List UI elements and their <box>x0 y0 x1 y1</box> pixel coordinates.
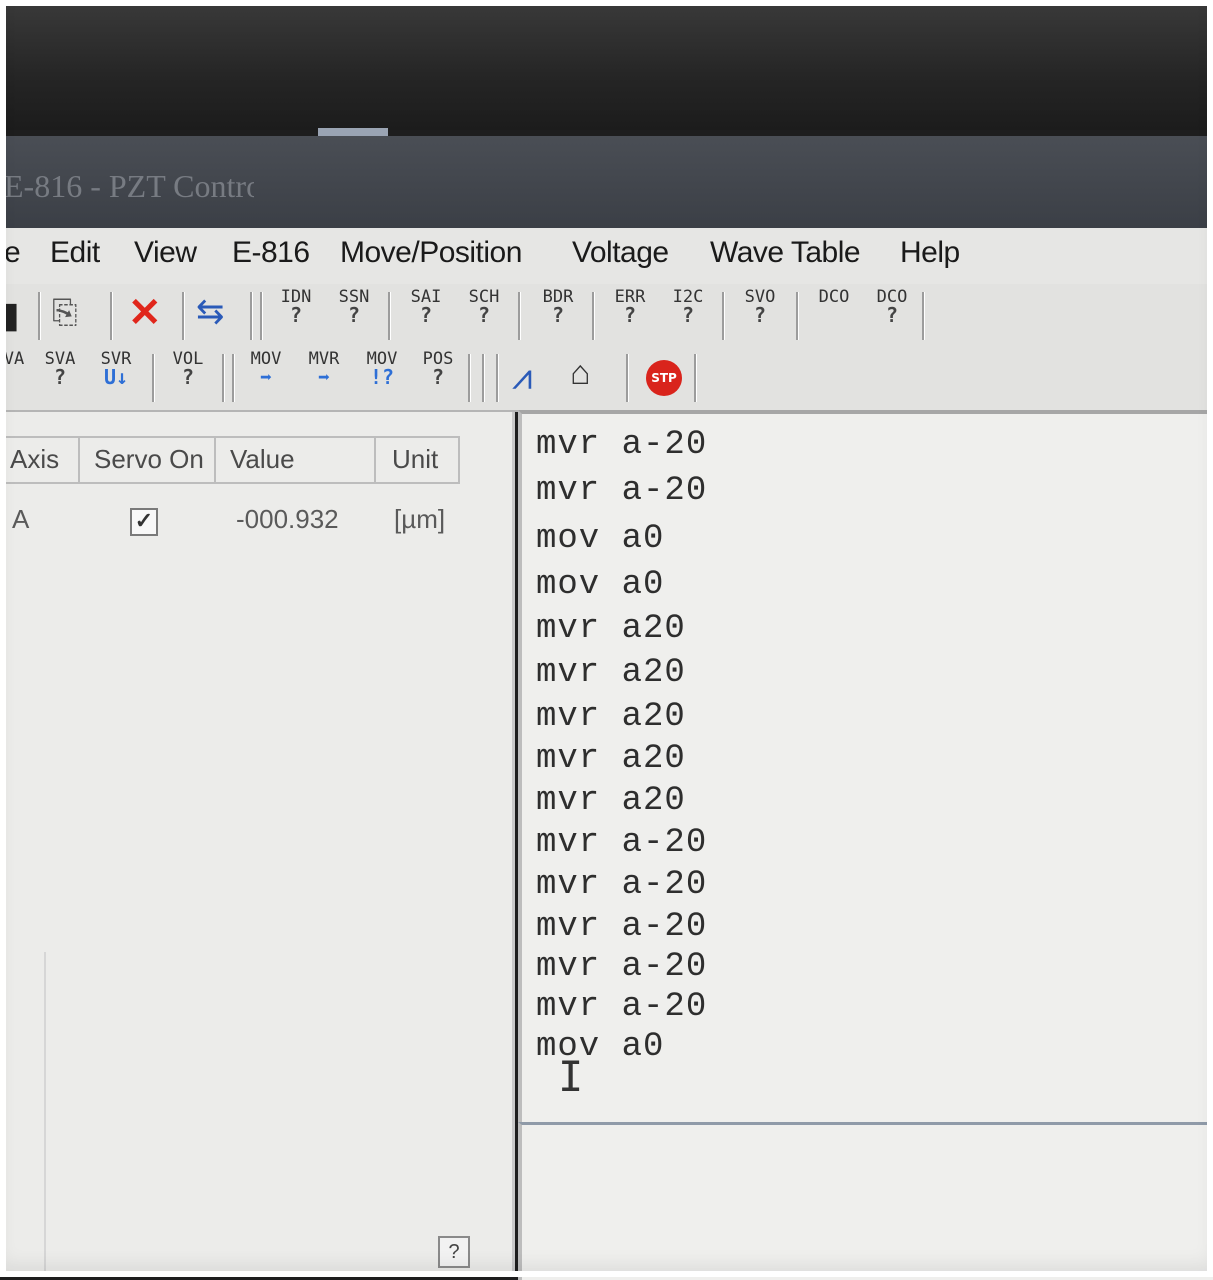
menu-e816[interactable]: E-816 <box>232 236 310 270</box>
menu-bar: e Edit View E-816 Move/Position Voltage … <box>0 228 1213 285</box>
console-line: mvr a-20 <box>536 948 708 986</box>
help-icon[interactable]: ? <box>438 1236 470 1268</box>
console-line: mvr a-20 <box>536 908 708 946</box>
ssn-query-button[interactable]: SSN? <box>328 288 380 342</box>
menu-voltage[interactable]: Voltage <box>572 236 669 270</box>
title-bar[interactable]: E-816 - PZT Contro <box>0 136 1213 228</box>
connect-arrows-icon[interactable]: ⇆ <box>196 292 225 332</box>
table-row[interactable]: A ✓ -000.932 [µm] <box>0 500 460 540</box>
axis-name: A <box>12 504 30 534</box>
stop-icon[interactable]: STP <box>646 360 682 396</box>
console-line: mvr a-20 <box>536 988 708 1026</box>
menu-view[interactable]: View <box>134 236 197 270</box>
divider <box>44 952 46 1272</box>
idn-query-button[interactable]: IDN? <box>270 288 322 342</box>
toolbar-motion: VA SVA? SVR U↓ VOL? MOV ➡ MVR ➡ MOV!? POS? … <box>0 346 1213 412</box>
console-line: mvr a-20 <box>536 426 708 464</box>
menu-file[interactable]: e <box>4 236 21 270</box>
header-servo-on[interactable]: Servo On <box>94 444 204 475</box>
console-line: mvr a-20 <box>536 824 708 862</box>
sva-query-button[interactable]: SVA? <box>34 350 86 404</box>
dco-query-button[interactable]: DCO? <box>866 288 918 342</box>
command-input[interactable] <box>518 1122 1213 1280</box>
header-value[interactable]: Value <box>230 444 295 475</box>
svr-button[interactable]: SVR U↓ <box>90 350 142 404</box>
mov-button[interactable]: MOV ➡ <box>240 350 292 404</box>
window-title: E-816 - PZT Contro <box>4 168 254 204</box>
copy-icon[interactable]: ⎘ <box>52 294 78 332</box>
pos-query-button[interactable]: POS? <box>412 350 464 404</box>
menu-help[interactable]: Help <box>900 236 960 270</box>
sai-query-button[interactable]: SAI? <box>400 288 452 342</box>
axis-panel: Axis Servo On Value Unit A ✓ -000.932 [µ… <box>0 412 515 1277</box>
axis-value: -000.932 <box>236 504 339 534</box>
header-unit[interactable]: Unit <box>392 444 438 475</box>
command-log[interactable]: mvr a-20 mvr a-20 mov a0 mov a0 mvr a20 … <box>518 410 1213 1126</box>
toolbar-commands: ▮ ⎘ ✕ ⇆ IDN? SSN? SAI? SCH? BDR? ERR? I2… <box>0 284 1213 346</box>
menu-wave-table[interactable]: Wave Table <box>710 236 861 270</box>
console-line: mov a0 <box>536 1028 665 1066</box>
console-line: mvr a20 <box>536 610 686 648</box>
menu-edit[interactable]: Edit <box>50 236 100 270</box>
dco-set-button[interactable]: DCO <box>808 288 860 342</box>
chart-icon[interactable]: ⩘ <box>512 356 532 399</box>
axis-grid-header: Axis Servo On Value Unit <box>0 436 460 484</box>
servo-on-checkbox[interactable]: ✓ <box>130 508 158 536</box>
console-line: mvr a20 <box>536 654 686 692</box>
axis-unit: [µm] <box>394 504 446 534</box>
err-query-button[interactable]: ERR? <box>604 288 656 342</box>
console-line: mvr a-20 <box>536 472 708 510</box>
mvr-button[interactable]: MVR ➡ <box>298 350 350 404</box>
mov-query-button[interactable]: MOV!? <box>356 350 408 404</box>
header-axis[interactable]: Axis <box>10 444 59 475</box>
bdr-query-button[interactable]: BDR? <box>532 288 584 342</box>
sch-query-button[interactable]: SCH? <box>458 288 510 342</box>
console-line: mvr a-20 <box>536 866 708 904</box>
delete-x-icon[interactable]: ✕ <box>128 290 162 336</box>
save-icon[interactable]: ▮ <box>0 294 20 336</box>
text-cursor-icon: I <box>558 1052 584 1101</box>
menu-move-position[interactable]: Move/Position <box>340 236 522 270</box>
vol-query-button[interactable]: VOL? <box>162 350 214 404</box>
console-line: mvr a20 <box>536 698 686 736</box>
svo-query-button[interactable]: SVO? <box>734 288 786 342</box>
console-line: mvr a20 <box>536 740 686 778</box>
i2c-query-button[interactable]: I2C? <box>662 288 714 342</box>
export-icon[interactable]: ⌂ <box>570 354 591 393</box>
console-line: mvr a20 <box>536 782 686 820</box>
console-line: mov a0 <box>536 520 665 558</box>
monitor-bezel <box>0 0 1213 136</box>
console-line: mov a0 <box>536 566 665 604</box>
